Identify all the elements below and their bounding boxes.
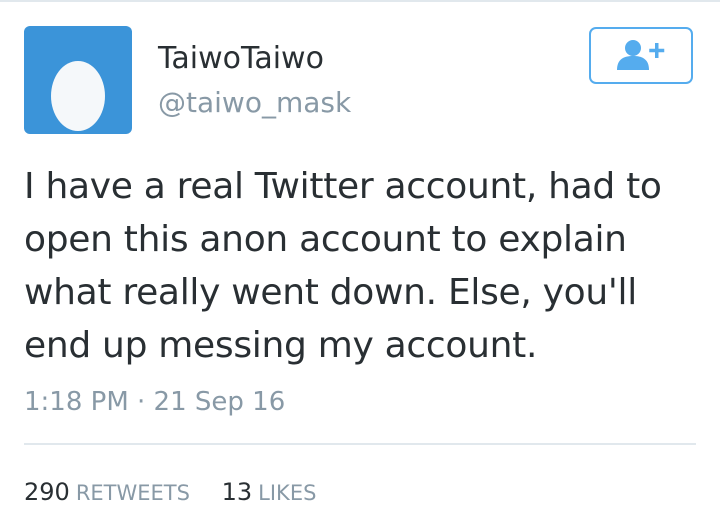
avatar[interactable] <box>24 26 132 134</box>
egg-avatar-icon <box>51 61 105 131</box>
follow-user-plus-icon <box>617 39 665 70</box>
author-handle[interactable]: @taiwo_mask <box>158 86 351 120</box>
tweet-stats: 290 RETWEETS 13 LIKES <box>24 476 316 509</box>
retweets-label: RETWEETS <box>75 481 190 505</box>
tweet-text: I have a real Twitter account, had to op… <box>24 166 662 366</box>
likes-count: 13 <box>221 478 253 506</box>
likes-label: LIKES <box>258 481 317 505</box>
tweet-timestamp[interactable]: 1:18 PM · 21 Sep 16 <box>24 386 285 418</box>
stats-divider <box>24 443 696 445</box>
follow-button[interactable] <box>589 27 693 84</box>
author-display-name[interactable]: TaiwoTaiwo <box>158 41 324 77</box>
retweets-count: 290 <box>24 478 70 506</box>
likes-stat[interactable]: 13 LIKES <box>222 476 317 509</box>
retweets-stat[interactable]: 290 RETWEETS <box>24 476 190 509</box>
top-divider <box>0 0 720 2</box>
